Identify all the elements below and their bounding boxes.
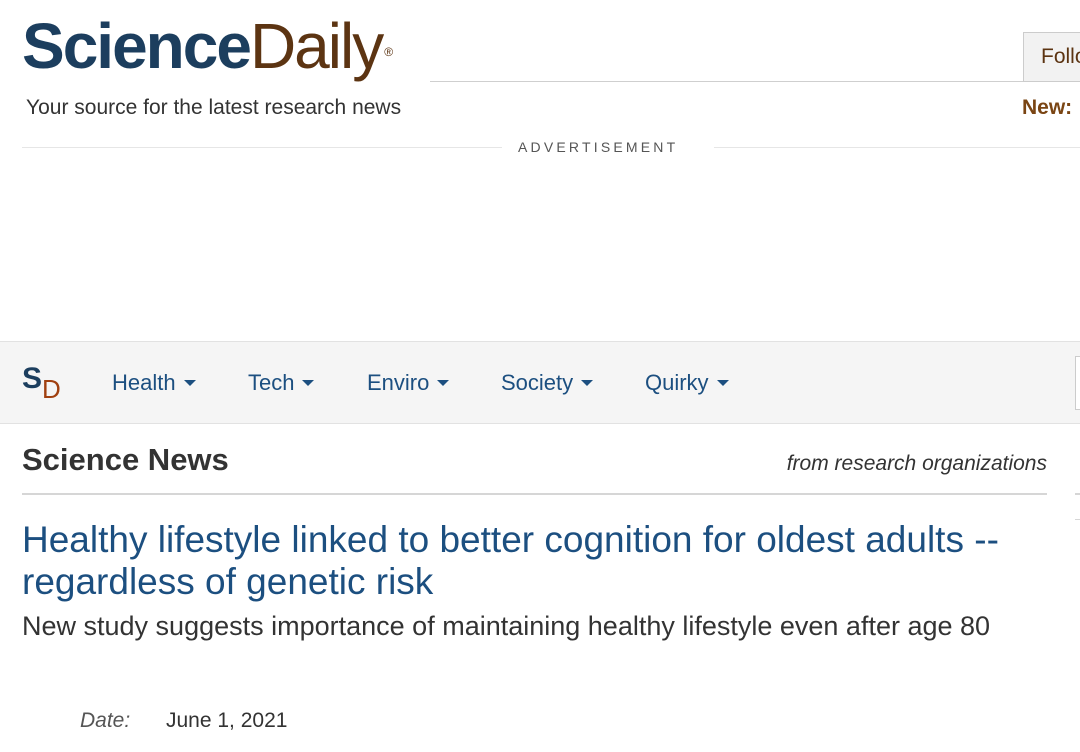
nav-item-label: Quirky [645, 370, 709, 395]
ad-divider-left [22, 147, 502, 148]
nav-search-field[interactable] [1075, 356, 1080, 410]
section-title: Science News [22, 442, 229, 477]
chevron-down-icon [437, 380, 450, 387]
sidebar-divider [1075, 493, 1080, 495]
nav-home-logo[interactable]: S D [22, 362, 66, 406]
site-logo[interactable]: ScienceDaily ® [22, 10, 394, 82]
logo-registered-mark: ® [384, 45, 394, 59]
nav-logo-d: D [42, 374, 61, 404]
logo-science: Science [22, 10, 252, 82]
page: ScienceDaily ® Your source for the latest… [0, 0, 1080, 752]
chevron-down-icon [716, 380, 729, 387]
nav-item-label: Enviro [367, 370, 430, 395]
nav-logo-s: S [22, 362, 43, 395]
main-navbar: S D Health Tech Enviro Society Quirky [0, 341, 1080, 424]
header-divider [430, 81, 1080, 82]
chevron-down-icon [581, 380, 594, 387]
advertisement-label: ADVERTISEMENT [518, 139, 679, 155]
ad-divider-right [714, 147, 1080, 148]
chevron-down-icon [302, 380, 315, 387]
nav-item-health[interactable]: Health [112, 370, 196, 396]
new-label: New: [1022, 96, 1073, 119]
nav-item-label: Health [112, 370, 176, 395]
article-headline: Healthy lifestyle linked to better cogni… [22, 519, 999, 602]
article-subheadline: New study suggests importance of maintai… [22, 611, 991, 641]
nav-item-tech[interactable]: Tech [248, 370, 315, 396]
sidebar-divider-secondary [1075, 519, 1080, 520]
nav-item-quirky[interactable]: Quirky [645, 370, 729, 396]
advertisement-header: ADVERTISEMENT [22, 138, 1080, 158]
nav-item-label: Society [501, 370, 574, 395]
logo-daily: Daily [249, 10, 384, 82]
nav-item-enviro[interactable]: Enviro [367, 370, 450, 396]
date-value: June 1, 2021 [166, 709, 288, 732]
site-tagline: Your source for the latest research news [26, 96, 402, 119]
follow-button[interactable]: Follo [1023, 32, 1080, 82]
section-subtitle: from research organizations [786, 452, 1047, 475]
section-divider [22, 493, 1047, 495]
chevron-down-icon [183, 380, 196, 387]
nav-item-label: Tech [248, 370, 295, 395]
nav-item-society[interactable]: Society [501, 370, 594, 396]
date-label: Date: [80, 709, 131, 732]
